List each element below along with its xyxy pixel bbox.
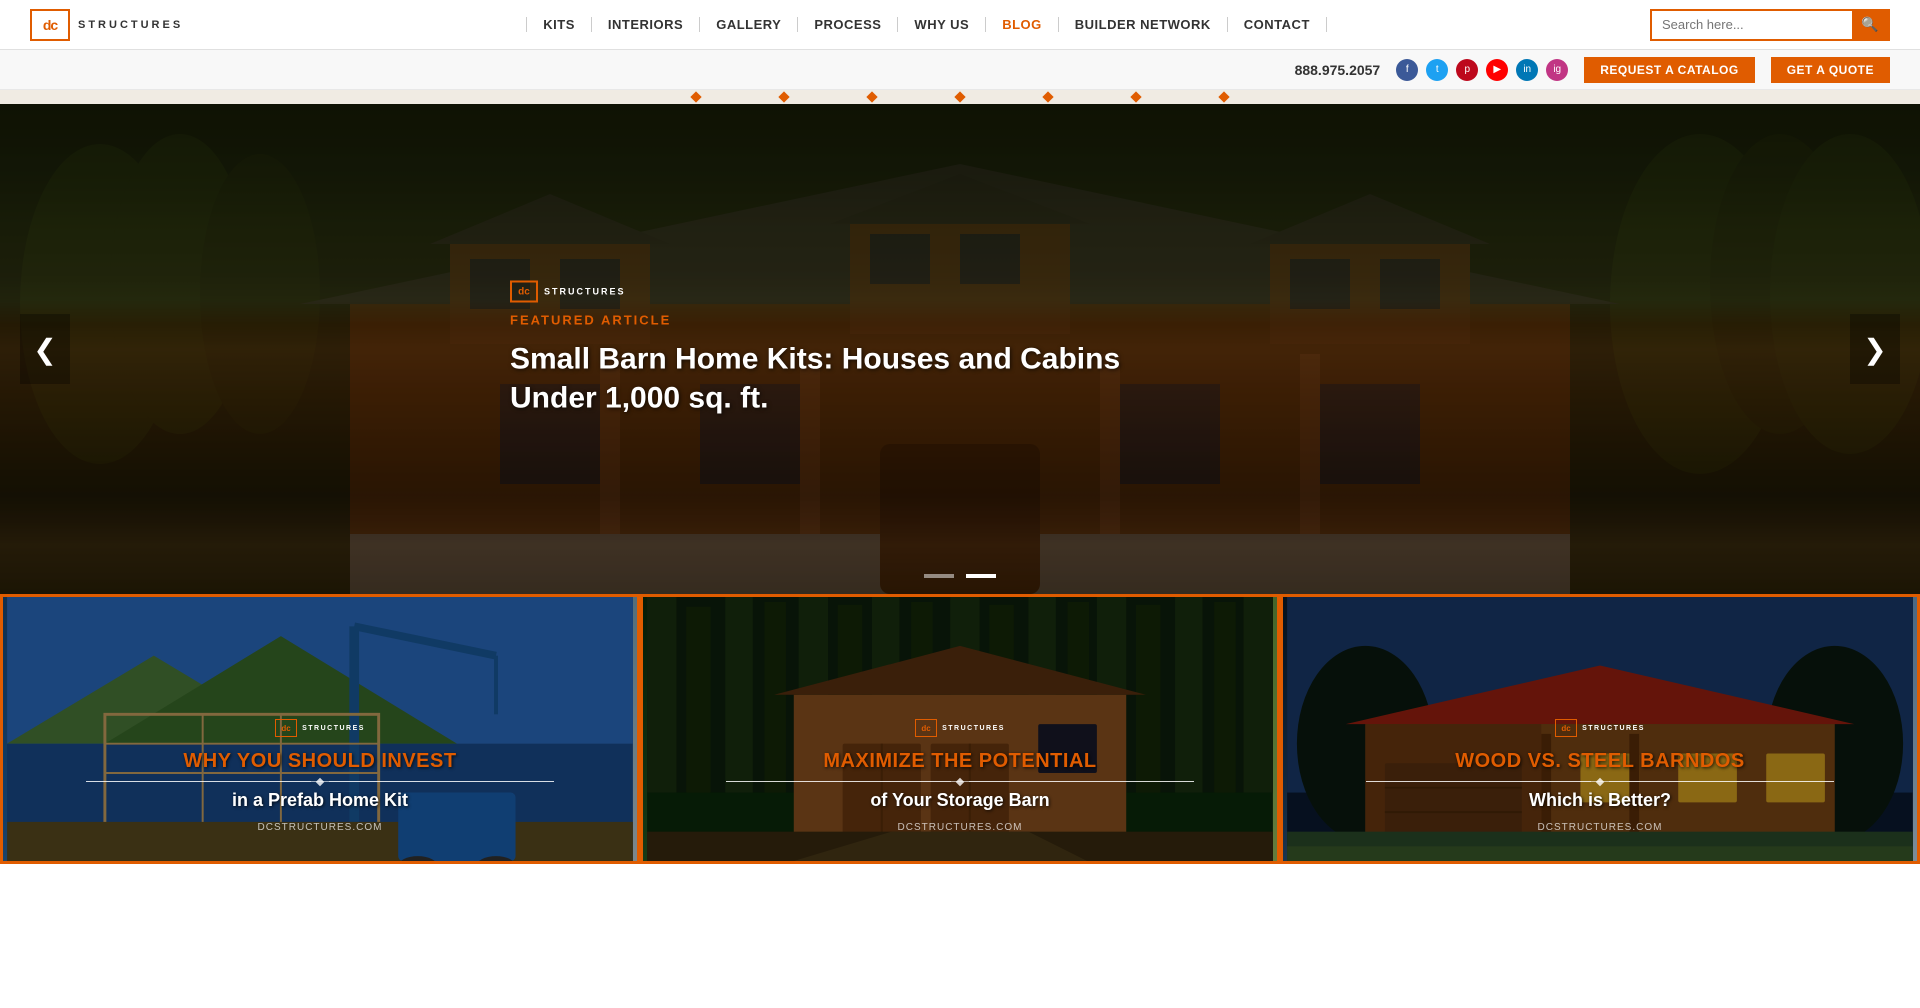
- hero-prev-button[interactable]: ❮: [20, 314, 70, 384]
- nav-dot-6: [1130, 91, 1141, 102]
- blog-card-1-title-bottom: in a Prefab Home Kit: [27, 790, 613, 812]
- twitter-icon[interactable]: t: [1426, 59, 1448, 81]
- hero-featured-label: FEATURED ARTICLE: [510, 313, 1210, 328]
- search-box: 🔍: [1650, 9, 1890, 41]
- nav-process[interactable]: PROCESS: [798, 17, 898, 32]
- search-icon: 🔍: [1861, 16, 1878, 33]
- blog-cards-section: dc STRUCTURES WHY YOU SHOULD INVEST in a…: [0, 594, 1920, 864]
- blog-card-2-logo: dc STRUCTURES: [667, 719, 1253, 737]
- blog-card-1-logo-dc: dc: [281, 724, 290, 733]
- blog-card-1-logo: dc STRUCTURES: [27, 719, 613, 737]
- hero-dots: [924, 574, 996, 578]
- blog-card-3-divider: [1366, 781, 1835, 782]
- phone-number: 888.975.2057: [1295, 62, 1381, 78]
- blog-card-2[interactable]: dc STRUCTURES MAXIMIZE THE POTENTIAL of …: [640, 594, 1280, 864]
- blog-card-3-content: dc STRUCTURES WOOD VS. STEEL BARNDOS Whi…: [1283, 699, 1917, 861]
- nav-blog[interactable]: BLOG: [986, 17, 1059, 32]
- nav-decoration-row: [0, 90, 1920, 104]
- hero-title: Small Barn Home Kits: Houses and Cabins …: [510, 340, 1210, 418]
- social-icons-group: f t p ▶ in ig: [1396, 59, 1568, 81]
- hero-logo: dc STRUCTURES: [510, 281, 1210, 303]
- chevron-left-icon: ❮: [33, 333, 56, 366]
- blog-card-2-logo-box: dc: [915, 719, 937, 737]
- linkedin-icon[interactable]: in: [1516, 59, 1538, 81]
- blog-card-3-logo-dc: dc: [1561, 724, 1570, 733]
- nav-dot-7: [1218, 91, 1229, 102]
- sub-header: 888.975.2057 f t p ▶ in ig REQUEST A CAT…: [0, 50, 1920, 90]
- nav-dot-4: [954, 91, 965, 102]
- blog-card-1-logo-brand: STRUCTURES: [302, 725, 365, 732]
- search-input[interactable]: [1652, 17, 1852, 32]
- blog-card-3-logo-box: dc: [1555, 719, 1577, 737]
- blog-card-3-logo: dc STRUCTURES: [1307, 719, 1893, 737]
- nav-dot-5: [1042, 91, 1053, 102]
- catalog-button[interactable]: REQUEST A CATALOG: [1584, 57, 1755, 83]
- nav-dot-1: [690, 91, 701, 102]
- quote-button[interactable]: GET A QUOTE: [1771, 57, 1890, 83]
- blog-card-2-url: DCSTRUCTURES.COM: [667, 822, 1253, 833]
- blog-card-2-title-bottom: of Your Storage Barn: [667, 790, 1253, 812]
- blog-card-3-title-top: WOOD VS. STEEL BARNDOS: [1307, 749, 1893, 773]
- blog-card-1-content: dc STRUCTURES WHY YOU SHOULD INVEST in a…: [3, 699, 637, 861]
- blog-card-3-logo-brand: STRUCTURES: [1582, 725, 1645, 732]
- search-button[interactable]: 🔍: [1852, 11, 1888, 39]
- blog-card-3-url: DCSTRUCTURES.COM: [1307, 822, 1893, 833]
- hero-logo-dc: dc: [518, 286, 530, 297]
- blog-card-2-diamond: [956, 778, 964, 786]
- blog-card-2-content: dc STRUCTURES MAXIMIZE THE POTENTIAL of …: [643, 699, 1277, 861]
- hero-logo-brand: STRUCTURES: [544, 287, 626, 297]
- nav-builder-network[interactable]: BUILDER NETWORK: [1059, 17, 1228, 32]
- nav-whyus[interactable]: WHY US: [898, 17, 986, 32]
- facebook-icon[interactable]: f: [1396, 59, 1418, 81]
- nav-contact[interactable]: CONTACT: [1228, 17, 1327, 32]
- hero-dot-1[interactable]: [924, 574, 954, 578]
- hero-dot-2[interactable]: [966, 574, 996, 578]
- nav-gallery[interactable]: GALLERY: [700, 17, 798, 32]
- hero-next-button[interactable]: ❯: [1850, 314, 1900, 384]
- blog-card-1[interactable]: dc STRUCTURES WHY YOU SHOULD INVEST in a…: [0, 594, 640, 864]
- logo-brand: STRUCTURES: [78, 19, 183, 31]
- pinterest-icon[interactable]: p: [1456, 59, 1478, 81]
- blog-card-2-divider: [726, 781, 1195, 782]
- youtube-icon[interactable]: ▶: [1486, 59, 1508, 81]
- blog-card-1-title-top: WHY YOU SHOULD INVEST: [27, 749, 613, 773]
- blog-card-1-divider: [86, 781, 555, 782]
- header: dc STRUCTURES KITS INTERIORS GALLERY PRO…: [0, 0, 1920, 50]
- blog-card-1-logo-box: dc: [275, 719, 297, 737]
- main-nav: KITS INTERIORS GALLERY PROCESS WHY US BL…: [223, 17, 1630, 32]
- hero-slider: dc STRUCTURES FEATURED ARTICLE Small Bar…: [0, 104, 1920, 594]
- blog-card-1-url: DCSTRUCTURES.COM: [27, 822, 613, 833]
- blog-card-3-diamond: [1596, 778, 1604, 786]
- blog-card-3-title-bottom: Which is Better?: [1307, 790, 1893, 812]
- blog-card-2-logo-dc: dc: [921, 724, 930, 733]
- nav-dot-3: [866, 91, 877, 102]
- hero-content: dc STRUCTURES FEATURED ARTICLE Small Bar…: [510, 281, 1210, 418]
- nav-dot-2: [778, 91, 789, 102]
- blog-card-1-diamond: [316, 778, 324, 786]
- blog-card-3[interactable]: dc STRUCTURES WOOD VS. STEEL BARNDOS Whi…: [1280, 594, 1920, 864]
- instagram-icon[interactable]: ig: [1546, 59, 1568, 81]
- logo-dc: dc: [43, 17, 57, 33]
- logo[interactable]: dc STRUCTURES: [30, 9, 183, 41]
- nav-kits[interactable]: KITS: [526, 17, 592, 32]
- hero-logo-box: dc: [510, 281, 538, 303]
- logo-box: dc: [30, 9, 70, 41]
- chevron-right-icon: ❯: [1863, 333, 1886, 366]
- blog-card-2-logo-brand: STRUCTURES: [942, 725, 1005, 732]
- nav-interiors[interactable]: INTERIORS: [592, 17, 700, 32]
- blog-card-2-title-top: MAXIMIZE THE POTENTIAL: [667, 749, 1253, 773]
